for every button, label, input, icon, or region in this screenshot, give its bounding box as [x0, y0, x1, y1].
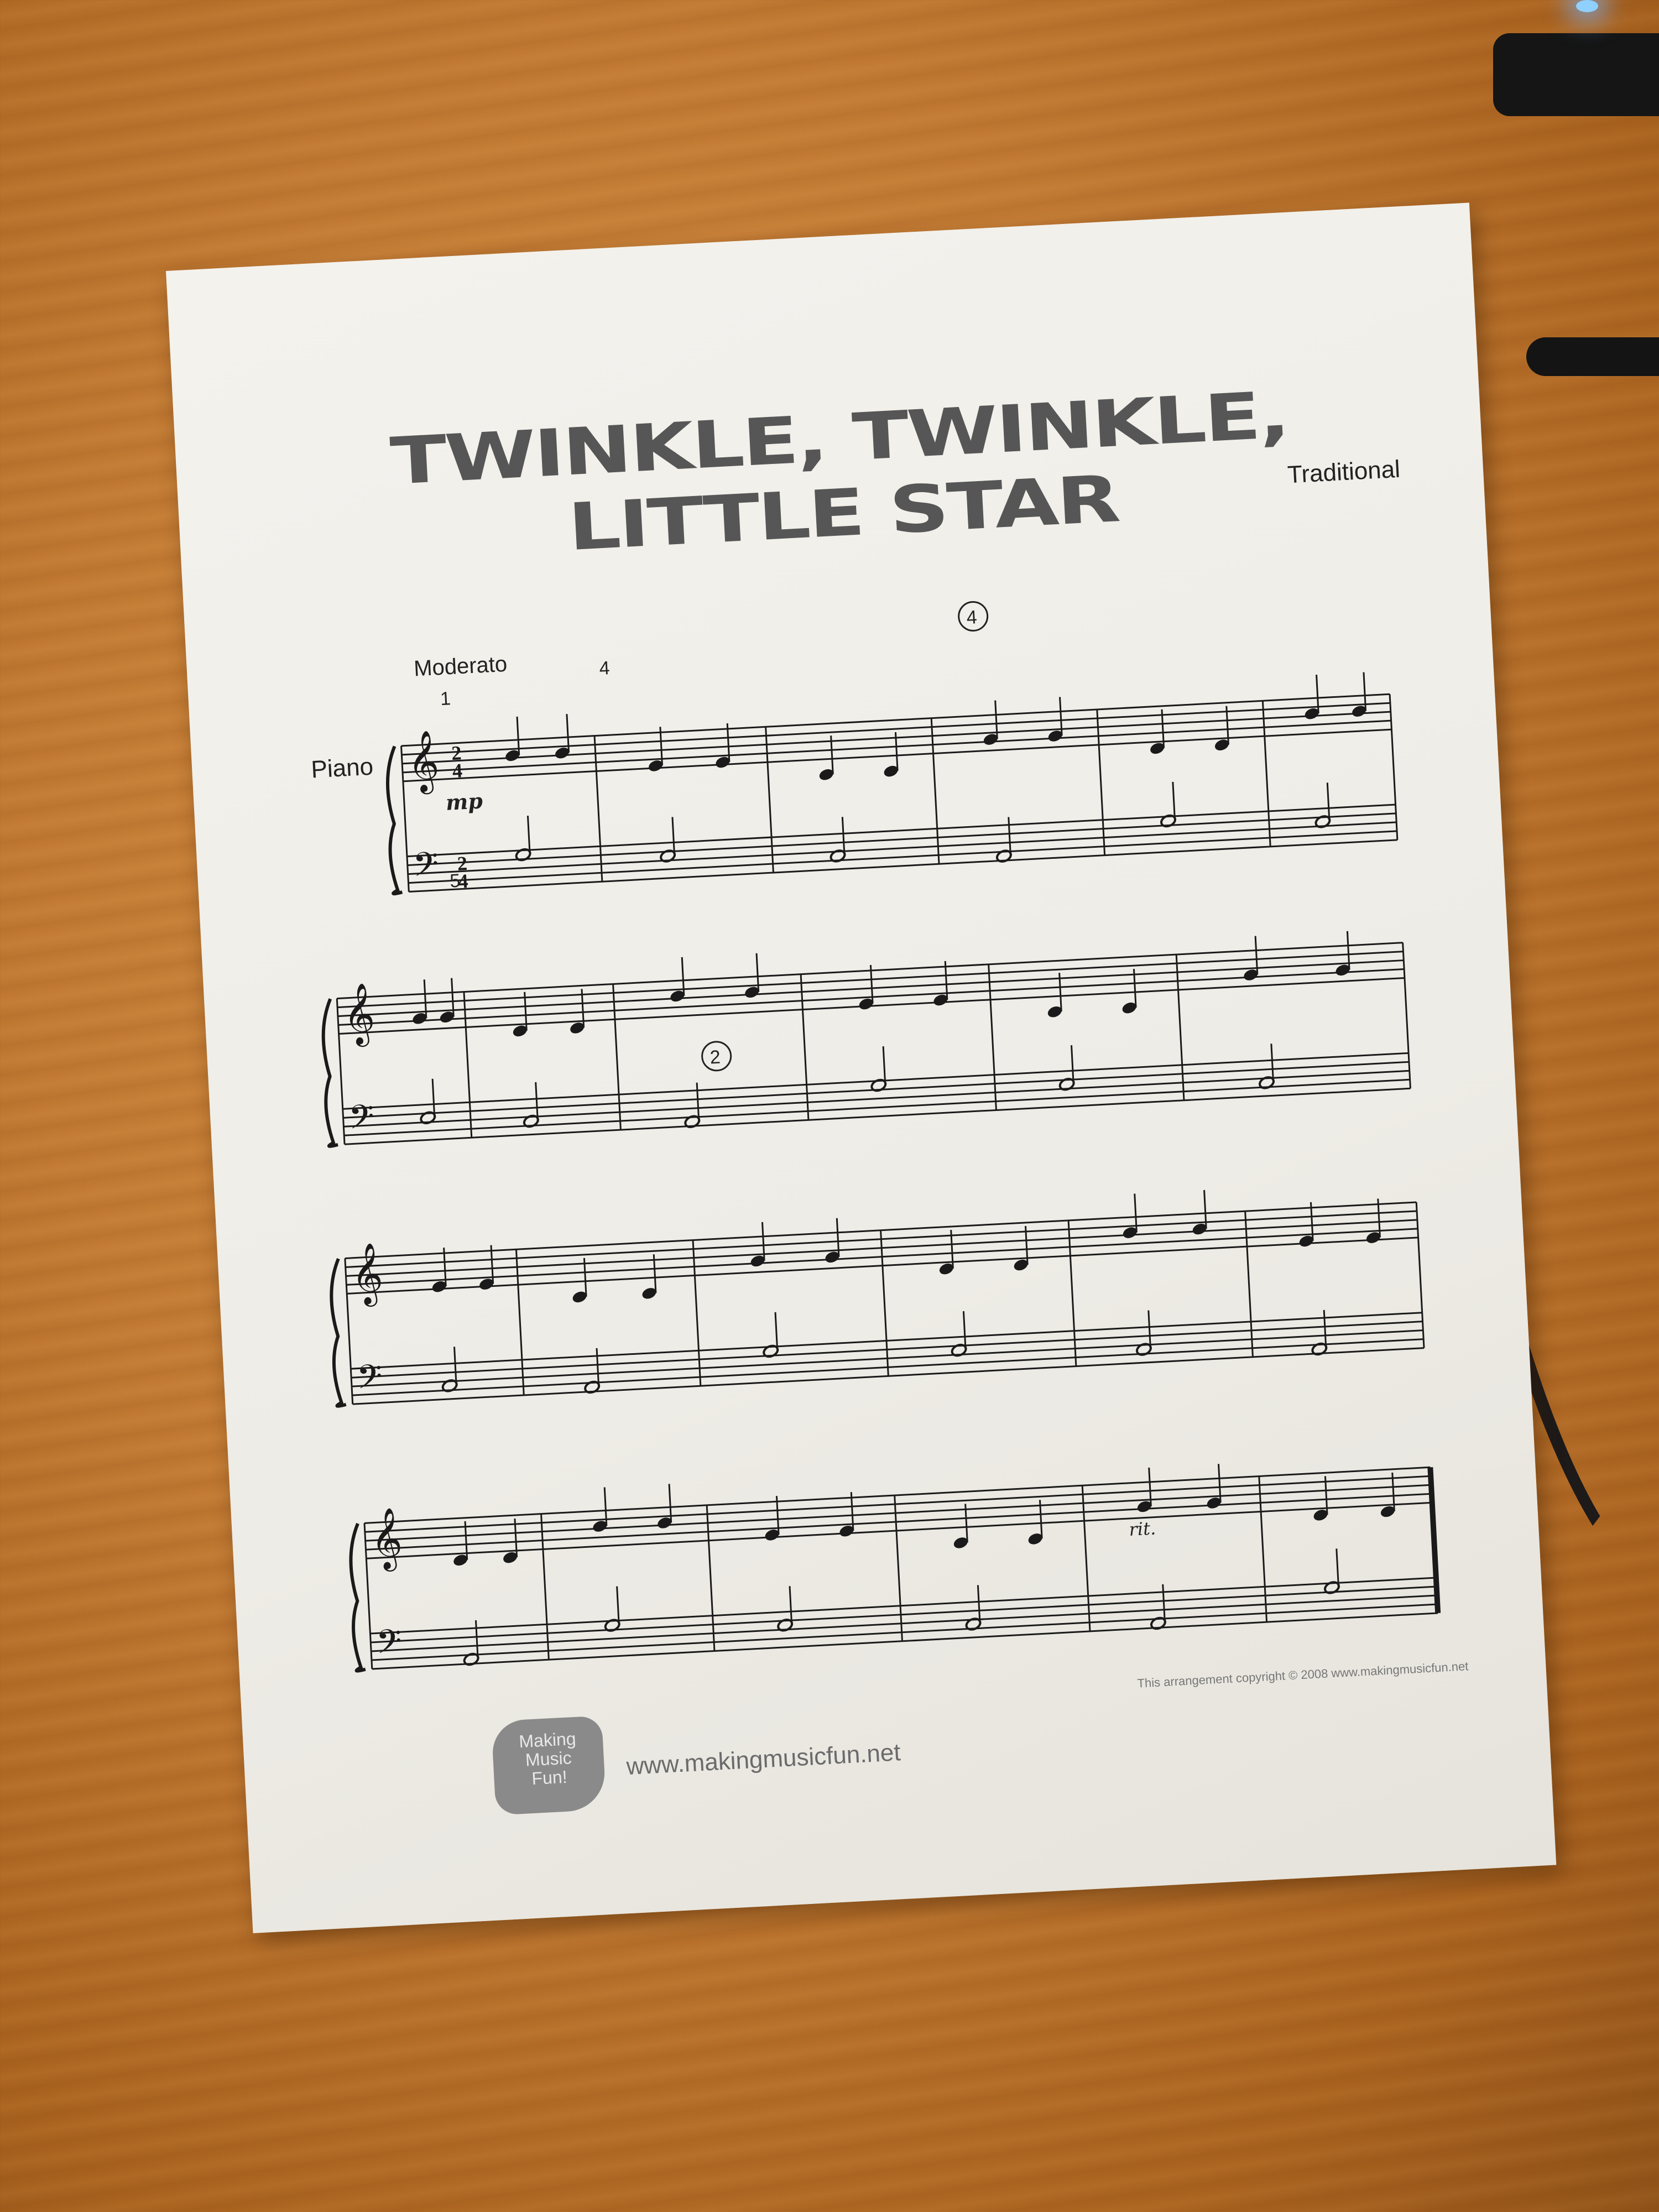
note-stem — [1172, 781, 1176, 821]
bar-line — [1389, 694, 1399, 840]
staff-brace — [330, 1258, 347, 1408]
bar-line — [765, 727, 774, 873]
making-music-fun-logo: Making Music Fun! — [491, 1715, 607, 1815]
note-stem — [962, 1311, 967, 1350]
audio-plug — [1526, 337, 1659, 376]
note-stem — [596, 1348, 600, 1387]
treble-clef-icon: 𝄞 — [406, 729, 441, 795]
bar-line — [1067, 1220, 1077, 1366]
ritardando-marking: rit. — [1129, 1517, 1156, 1540]
staff-line — [366, 1501, 1432, 1559]
black-cable-top — [0, 0, 983, 228]
bar-line — [1096, 709, 1106, 855]
usb-plug — [1493, 33, 1659, 116]
circled-fingering-bass-number: 2 — [709, 1046, 721, 1068]
fingering-1: 1 — [440, 688, 451, 709]
staff-line — [337, 942, 1403, 1000]
note-stem — [474, 1620, 479, 1659]
note-stem — [1326, 782, 1331, 822]
fingering-5: 5 — [449, 870, 461, 892]
bar-line — [1175, 954, 1185, 1100]
bar-line — [593, 735, 603, 882]
staff-line — [371, 1585, 1437, 1644]
bar-line — [540, 1514, 550, 1660]
bar-line — [1258, 1476, 1268, 1623]
staff-line — [345, 1087, 1411, 1145]
bar-line — [706, 1505, 716, 1651]
bar-line — [988, 964, 997, 1110]
bar-line — [1081, 1485, 1091, 1631]
fingering-4: 4 — [599, 658, 611, 679]
bar-line — [800, 974, 810, 1120]
sheet-music-paper: TWINKLE, TWINKLE, LITTLE STAR Traditiona… — [166, 202, 1557, 1933]
treble-clef-icon: 𝄞 — [349, 1241, 384, 1308]
note-stem — [526, 816, 531, 855]
note-stem — [696, 1082, 700, 1121]
staff-line — [364, 1475, 1431, 1533]
note-stem — [977, 1585, 981, 1624]
bass-clef-icon: 𝄢 — [356, 1357, 384, 1404]
staff-line — [370, 1577, 1436, 1635]
staff-brace — [349, 1522, 366, 1673]
bar-line — [1261, 701, 1271, 847]
bar-line — [612, 984, 622, 1130]
staff-brace — [321, 998, 338, 1148]
bar-line — [692, 1240, 702, 1386]
bar-line — [894, 1495, 903, 1641]
note-stem — [1270, 1044, 1275, 1083]
bar-line — [880, 1230, 889, 1376]
staff-line — [371, 1603, 1438, 1661]
dynamic-marking: mp — [445, 788, 483, 815]
note-stem — [1147, 1310, 1151, 1349]
note-stem — [453, 1347, 457, 1386]
note-stem — [841, 817, 846, 856]
bar-line — [1427, 1467, 1441, 1614]
treble-clef-icon: 𝄞 — [342, 982, 377, 1048]
note-stem — [774, 1312, 779, 1351]
note-stem — [1071, 1045, 1074, 1084]
staff-line — [372, 1612, 1438, 1670]
note-stem — [1162, 1584, 1166, 1623]
time-signature-bottom: 4 — [452, 759, 463, 782]
staff-line — [344, 1078, 1410, 1136]
note-stem — [431, 1078, 436, 1118]
staff-line — [337, 951, 1404, 1009]
staff-line — [371, 1594, 1437, 1652]
bass-clef-icon: 𝄢 — [412, 844, 440, 892]
note-stem — [671, 817, 676, 856]
bar-line — [463, 992, 473, 1138]
treble-clef-icon: 𝄞 — [369, 1506, 404, 1573]
bar-line — [1244, 1211, 1254, 1357]
staff-line — [343, 1070, 1410, 1128]
bass-clef-icon: 𝄢 — [375, 1621, 403, 1669]
note-stem — [1008, 817, 1011, 856]
bar-line — [1415, 1202, 1425, 1348]
staff-line — [365, 1484, 1432, 1542]
circled-fingering-top-number: 4 — [966, 607, 978, 628]
note-stem — [1335, 1548, 1339, 1588]
staff-line — [364, 1466, 1431, 1524]
bar-line — [515, 1249, 525, 1395]
note-stem — [789, 1586, 793, 1625]
staff-brace — [386, 745, 403, 896]
staff-line — [366, 1493, 1432, 1551]
bar-line — [930, 718, 940, 864]
bar-line — [1402, 942, 1411, 1089]
note-stem — [616, 1586, 620, 1625]
note-stem — [882, 1046, 886, 1086]
bass-clef-icon: 𝄢 — [348, 1097, 376, 1144]
note-stem — [1323, 1310, 1327, 1349]
note-stem — [535, 1082, 539, 1121]
blue-led-light — [1576, 0, 1598, 12]
